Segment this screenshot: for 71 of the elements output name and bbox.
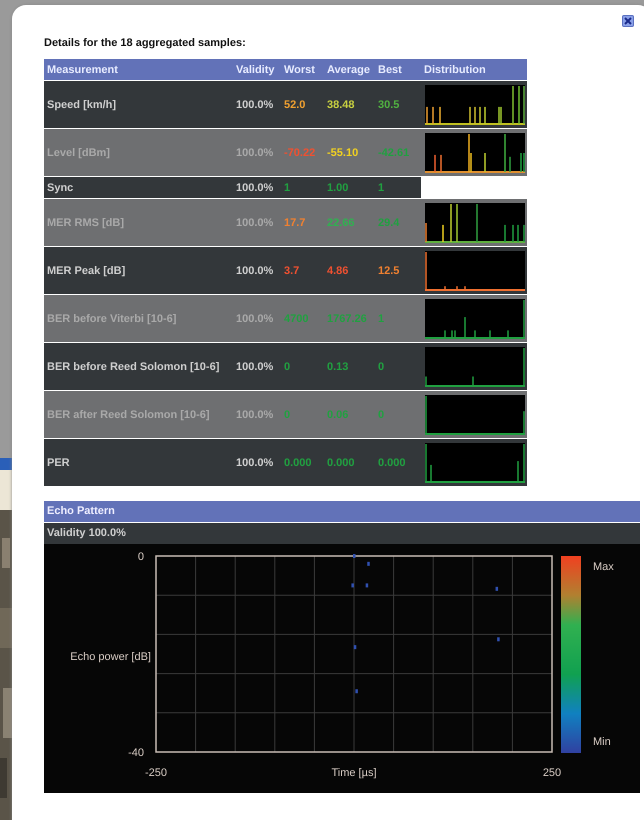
column-header: Best xyxy=(378,64,403,76)
statistic-value: 0.000 xyxy=(327,456,356,468)
column-header: Distribution xyxy=(423,64,486,76)
measurement-name: BER before Viterbi [10-6] xyxy=(46,312,178,324)
statistic-value: -42.61 xyxy=(378,146,410,158)
statistic-value: 1 xyxy=(284,182,292,194)
column-header: Worst xyxy=(284,64,316,76)
echo-point xyxy=(367,562,370,566)
validity-value: 100.0% xyxy=(236,312,274,324)
statistic-value: 22.66 xyxy=(327,216,356,228)
x-tick-label: 250 xyxy=(542,767,562,779)
statistic-value: 12.5 xyxy=(378,264,400,276)
column-header: Measurement xyxy=(46,64,119,76)
statistic-value: 1 xyxy=(378,312,386,324)
statistic-value: 29.4 xyxy=(378,216,400,228)
statistic-value: 38.48 xyxy=(327,98,356,110)
measurement-name: Sync xyxy=(46,182,74,194)
validity-value: 100.0% xyxy=(236,360,274,372)
y-axis-label: Echo power [dB] xyxy=(70,651,151,663)
x-axis-label: Time [µs] xyxy=(331,767,377,779)
measurement-name: Speed [km/h] xyxy=(46,98,118,110)
statistic-value: -70.22 xyxy=(284,146,316,158)
statistic-value: 1.00 xyxy=(327,182,350,194)
statistic-value: 52.0 xyxy=(284,98,306,110)
statistic-value: 4.86 xyxy=(327,264,350,276)
echo-point xyxy=(354,645,356,650)
measurement-name: Level [dBm] xyxy=(46,146,111,158)
column-header: Average xyxy=(327,64,372,76)
statistic-value: -55.10 xyxy=(327,146,360,158)
statistic-value: 0.000 xyxy=(284,456,313,468)
measurement-name: BER after Reed Solomon [10-6] xyxy=(46,408,211,420)
statistic-value: 0 xyxy=(284,408,292,420)
statistic-value: 17.7 xyxy=(284,216,306,228)
statistic-value: 30.5 xyxy=(378,98,400,110)
validity-value: 100.0% xyxy=(236,216,274,228)
echo-point xyxy=(366,583,368,588)
validity-value: 100.0% xyxy=(236,264,274,276)
statistic-value: 0 xyxy=(284,360,292,372)
validity-value: 100.0% xyxy=(236,98,274,110)
statistic-value: 0.000 xyxy=(378,456,407,468)
close-icon[interactable] xyxy=(622,15,634,27)
validity-value: 100.0% xyxy=(236,456,274,468)
statistic-value: 0 xyxy=(378,360,386,372)
validity-value: 100.0% xyxy=(236,408,274,420)
measurement-name: MER Peak [dB] xyxy=(46,264,126,276)
measurement-name: PER xyxy=(46,456,71,468)
validity-value: 100.0% xyxy=(236,182,274,194)
y-tick-label: -40 xyxy=(128,747,144,759)
column-header: Validity xyxy=(236,64,276,76)
dialog-heading: Details for the 18 aggregated samples: xyxy=(44,37,247,49)
statistic-value: 4700 xyxy=(284,312,310,324)
statistic-value: 0.06 xyxy=(327,408,350,420)
statistic-value: 3.7 xyxy=(284,264,300,276)
echo-point xyxy=(497,637,500,642)
measurement-name: MER RMS [dB] xyxy=(46,216,125,228)
validity-value: 100.0% xyxy=(236,146,274,158)
panel-header: Echo Pattern xyxy=(44,501,640,522)
x-tick-label: -250 xyxy=(144,767,168,779)
echo-point xyxy=(355,689,358,694)
statistic-value: 0.13 xyxy=(327,360,350,372)
y-tick-label: 0 xyxy=(138,551,144,563)
echo-point xyxy=(351,583,354,588)
statistic-value: 0 xyxy=(378,408,386,420)
measurement-name: BER before Reed Solomon [10-6] xyxy=(46,360,220,372)
scale-min-label: Min xyxy=(593,736,611,748)
statistic-value: 1 xyxy=(378,182,386,194)
statistic-value: 1767.26 xyxy=(327,312,368,324)
echo-point xyxy=(353,554,356,558)
validity-bar: Validity 100.0% xyxy=(44,523,640,544)
echo-point xyxy=(496,586,498,591)
scale-max-label: Max xyxy=(593,561,614,573)
